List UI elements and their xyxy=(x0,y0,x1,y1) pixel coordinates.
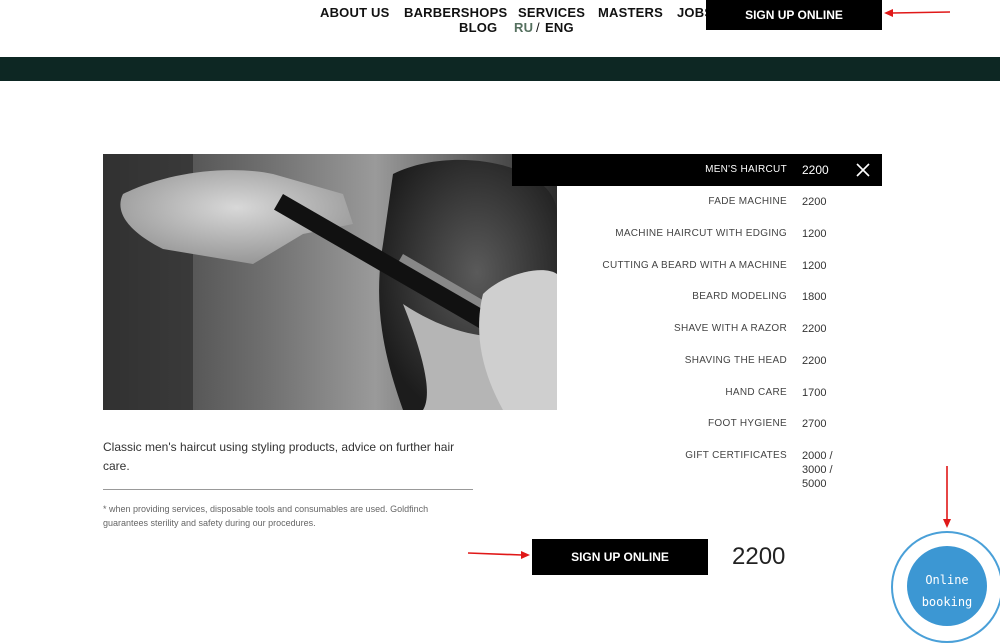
booking-label-line2: booking xyxy=(921,595,973,609)
price-row-foot-hygiene[interactable]: FOOT HYGIENE 2700 xyxy=(512,408,882,440)
nav-masters[interactable]: MASTERS xyxy=(598,5,663,20)
price-row-value: 2200 xyxy=(802,163,829,177)
lang-separator: / xyxy=(536,20,540,35)
lang-ru-link[interactable]: RU xyxy=(514,20,533,35)
price-row-name: FOOT HYGIENE xyxy=(708,418,787,429)
price-row-fade-machine[interactable]: FADE MACHINE 2200 xyxy=(512,186,882,218)
price-row-value: 2000 / 3000 / 5000 xyxy=(802,449,833,491)
lang-eng-link[interactable]: ENG xyxy=(545,20,574,35)
price-row-name: CUTTING A BEARD WITH A MACHINE xyxy=(602,260,787,271)
service-description: Classic men's haircut using styling prod… xyxy=(103,440,455,473)
price-row-machine-haircut-edging[interactable]: MACHINE HAIRCUT WITH EDGING 1200 xyxy=(512,218,882,250)
price-row-value: 2200 xyxy=(802,323,827,335)
nav-blog[interactable]: BLOG xyxy=(459,20,497,35)
price-row-name: MEN'S HAIRCUT xyxy=(705,164,787,175)
price-row-gift-certificates[interactable]: GIFT CERTIFICATES 2000 / 3000 / 5000 xyxy=(512,440,882,496)
divider xyxy=(103,489,473,490)
online-booking-button[interactable]: Online booking xyxy=(907,546,987,626)
price-row-value: 1800 xyxy=(802,291,827,303)
price-row-name: BEARD MODELING xyxy=(692,291,787,302)
nav-barbershops[interactable]: BARBERSHOPS xyxy=(404,5,507,20)
price-row-value: 1700 xyxy=(802,387,827,399)
gift-price-line: 3000 / xyxy=(802,464,833,476)
price-row-value: 2200 xyxy=(802,196,827,208)
haircut-photo xyxy=(103,154,557,410)
price-row-name: FADE MACHINE xyxy=(708,196,787,207)
header-band xyxy=(0,57,1000,81)
nav-about-us[interactable]: ABOUT US xyxy=(320,5,390,20)
sign-up-online-bottom-button[interactable]: SIGN UP ONLINE xyxy=(532,539,708,575)
price-row-name: SHAVING THE HEAD xyxy=(684,355,787,366)
price-row-hand-care[interactable]: HAND CARE 1700 xyxy=(512,377,882,409)
price-row-value: 2200 xyxy=(802,355,827,367)
price-row-mens-haircut[interactable]: MEN'S HAIRCUT 2200 xyxy=(512,154,882,186)
price-row-name: HAND CARE xyxy=(725,387,787,398)
sign-up-online-top-button[interactable]: SIGN UP ONLINE xyxy=(706,0,882,30)
price-row-value: 1200 xyxy=(802,228,827,240)
red-arrow-right-icon xyxy=(467,551,530,559)
red-arrow-left-icon xyxy=(884,9,951,17)
price-row-beard-machine[interactable]: CUTTING A BEARD WITH A MACHINE 1200 xyxy=(512,250,882,282)
price-row-name: GIFT CERTIFICATES xyxy=(685,450,787,461)
nav-services[interactable]: SERVICES xyxy=(518,5,585,20)
red-arrow-down-icon xyxy=(943,466,951,528)
price-row-shave-razor[interactable]: SHAVE WITH A RAZOR 2200 xyxy=(512,313,882,345)
top-navigation: ABOUT US BARBERSHOPS SERVICES MASTERS JO… xyxy=(0,0,1000,57)
gift-price-line: 5000 xyxy=(802,478,827,490)
close-icon[interactable] xyxy=(855,162,871,178)
price-row-name: MACHINE HAIRCUT WITH EDGING xyxy=(615,228,787,239)
price-row-name: SHAVE WITH A RAZOR xyxy=(673,323,787,334)
gift-price-line: 2000 / xyxy=(802,450,833,462)
price-row-value: 1200 xyxy=(802,260,827,272)
booking-label-line1: Online xyxy=(925,573,969,587)
selected-price: 2200 xyxy=(732,543,786,570)
price-row-shaving-head[interactable]: SHAVING THE HEAD 2200 xyxy=(512,345,882,377)
hygiene-note: * when providing services, disposable to… xyxy=(103,504,429,528)
price-row-beard-modeling[interactable]: BEARD MODELING 1800 xyxy=(512,281,882,313)
price-row-value: 2700 xyxy=(802,418,827,430)
